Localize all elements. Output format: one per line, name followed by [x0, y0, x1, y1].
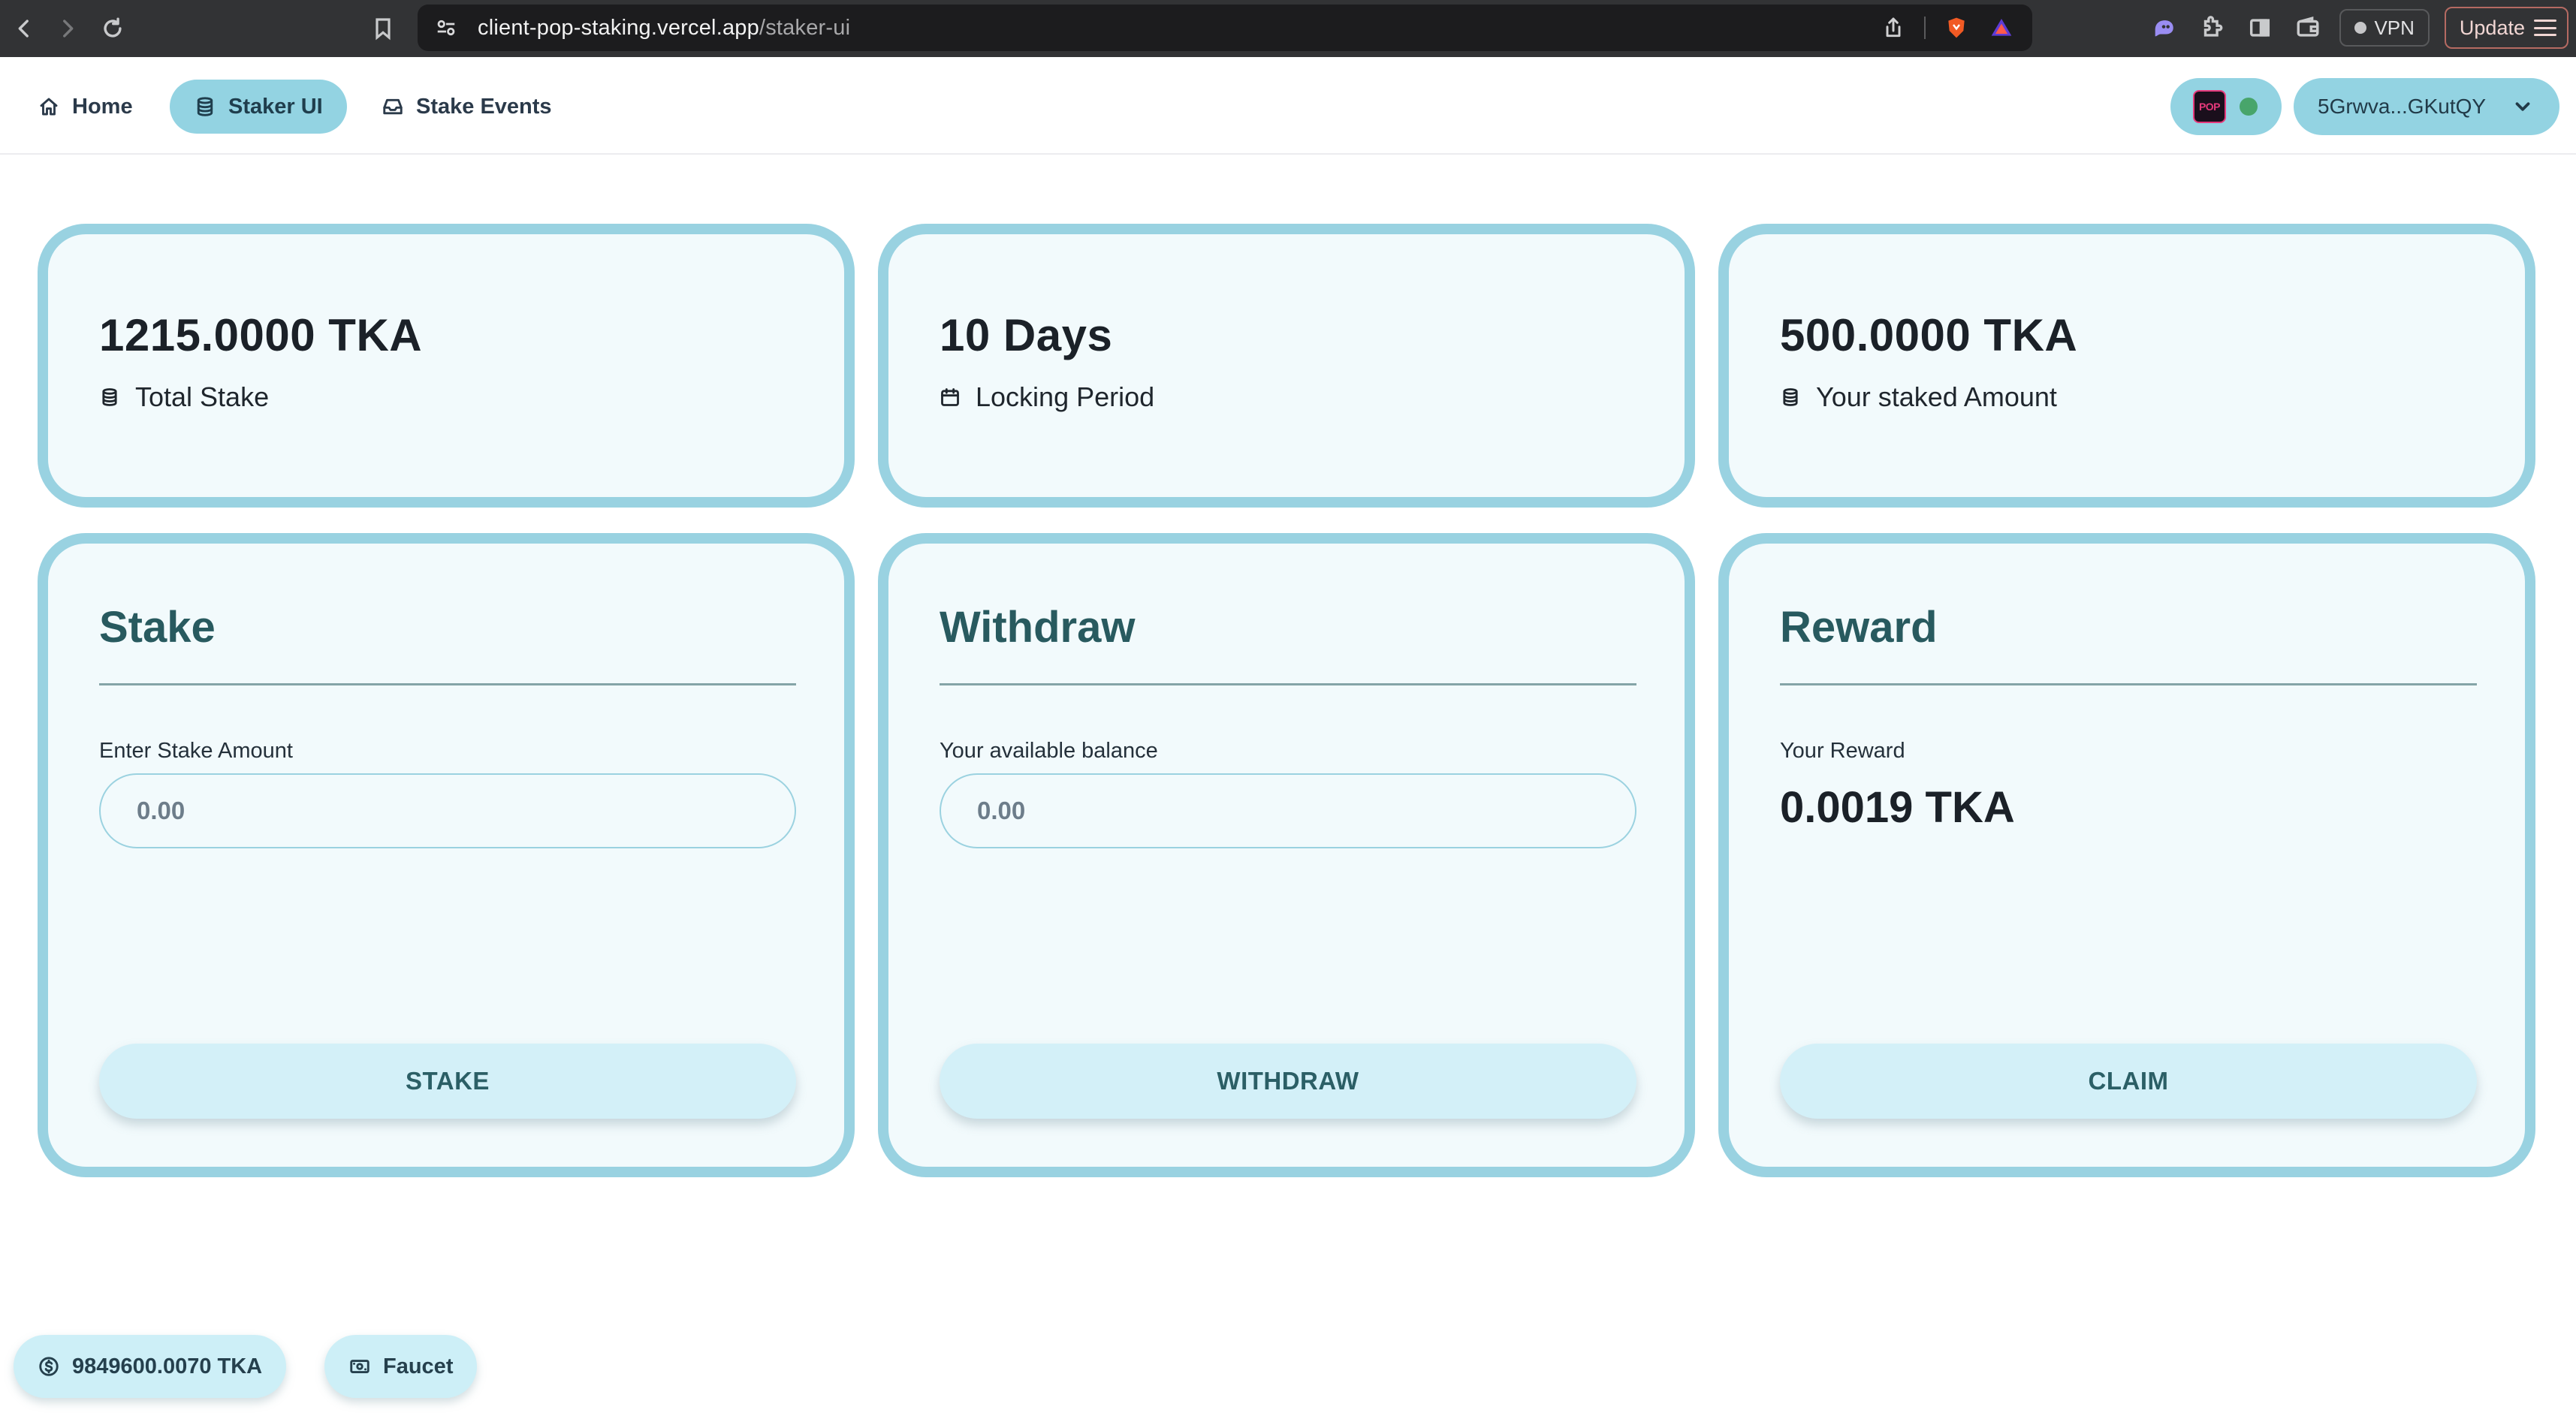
total-stake-label-row: Total Stake — [99, 381, 269, 413]
reward-title: Reward — [1780, 603, 1938, 652]
total-stake-card: 1215.0000 TKA Total Stake — [38, 224, 855, 508]
account-selector[interactable]: 5Grwva...GKutQY — [2294, 78, 2559, 135]
inbox-icon — [383, 98, 403, 115]
available-balance-label: Your available balance — [940, 739, 1158, 763]
stake-panel: Stake Enter Stake Amount STAKE — [38, 533, 855, 1177]
stake-amount-input[interactable] — [99, 773, 796, 848]
nav-home[interactable]: Home — [14, 80, 157, 134]
staked-amount-value: 500.0000 TKA — [1780, 310, 2078, 360]
nav-stake-events-label: Stake Events — [416, 94, 552, 119]
vpn-button[interactable]: VPN — [2339, 9, 2430, 47]
nav-staker-ui[interactable]: Staker UI — [170, 80, 347, 134]
withdraw-button[interactable]: WITHDRAW — [940, 1044, 1636, 1119]
database-icon — [1783, 388, 1798, 406]
browser-extensions: VPN Update — [2147, 5, 2568, 51]
staked-amount-label: Your staked Amount — [1816, 381, 2057, 412]
nav-home-label: Home — [72, 94, 133, 119]
home-icon — [40, 98, 58, 116]
nav-stake-events[interactable]: Stake Events — [357, 80, 576, 134]
url-host: client-pop-staking.vercel.app — [478, 15, 759, 40]
network-selector[interactable]: POP — [2170, 78, 2282, 135]
withdraw-title: Withdraw — [940, 603, 1136, 652]
update-button[interactable]: Update — [2444, 7, 2568, 49]
staked-amount-card: 500.0000 TKA Your staked Amount — [1718, 224, 2535, 508]
wallet-extension-icon[interactable] — [2147, 11, 2180, 44]
stake-amount-label: Enter Stake Amount — [99, 739, 293, 763]
faucet-label: Faucet — [383, 1354, 454, 1378]
address-bar[interactable]: client-pop-staking.vercel.app/staker-ui — [418, 5, 2032, 51]
account-address: 5Grwva...GKutQY — [2318, 95, 2487, 118]
chevron-down-icon — [2515, 102, 2530, 111]
update-label: Update — [2459, 16, 2525, 39]
stake-title: Stake — [99, 603, 216, 652]
app-header: Home Staker UI Stake Events POP 5Grwva..… — [0, 57, 2576, 155]
sidebar-toggle-icon[interactable] — [2243, 11, 2276, 44]
bookmark-icon[interactable] — [362, 8, 404, 50]
locking-period-label: Locking Period — [976, 381, 1155, 412]
your-reward-label: Your Reward — [1780, 739, 1905, 763]
banknote-icon — [350, 1360, 370, 1373]
locking-period-value: 10 Days — [940, 310, 1113, 360]
faucet-button[interactable]: Faucet — [324, 1335, 478, 1398]
divider — [1780, 683, 2477, 685]
site-settings-icon[interactable] — [433, 14, 460, 41]
reward-value: 0.0019 TKA — [1780, 783, 2015, 832]
database-icon — [102, 388, 117, 406]
back-icon[interactable] — [3, 8, 45, 50]
extensions-puzzle-icon[interactable] — [2195, 11, 2228, 44]
database-icon — [197, 97, 213, 116]
address-bar-actions — [1879, 5, 2016, 51]
reload-icon[interactable] — [92, 8, 134, 50]
reward-panel: Reward Your Reward 0.0019 TKA CLAIM — [1718, 533, 2535, 1177]
locking-period-label-row: Locking Period — [940, 381, 1154, 413]
nav-staker-ui-label: Staker UI — [228, 94, 323, 119]
wallet-icon[interactable] — [2291, 11, 2324, 44]
stake-button[interactable]: STAKE — [99, 1044, 796, 1119]
withdraw-panel: Withdraw Your available balance WITHDRAW — [878, 533, 1695, 1177]
menu-icon — [2534, 20, 2556, 36]
url-text: client-pop-staking.vercel.app/staker-ui — [478, 16, 850, 41]
locking-period-card: 10 Days Locking Period — [878, 224, 1695, 508]
forward-icon[interactable] — [47, 8, 89, 50]
share-icon[interactable] — [1879, 14, 1908, 42]
token-balance-button[interactable]: 9849600.0070 TKA — [14, 1335, 287, 1398]
brave-shields-icon[interactable] — [1942, 14, 1971, 42]
pop-network-logo: POP — [2193, 90, 2226, 123]
browser-toolbar: client-pop-staking.vercel.app/staker-ui — [0, 0, 2576, 57]
divider — [99, 683, 796, 685]
vpn-label: VPN — [2374, 16, 2415, 39]
claim-button[interactable]: CLAIM — [1780, 1044, 2477, 1119]
total-stake-value: 1215.0000 TKA — [99, 310, 423, 360]
dollar-circle-icon — [39, 1357, 59, 1376]
divider — [940, 683, 1636, 685]
calendar-icon — [941, 388, 959, 406]
withdraw-amount-input[interactable] — [940, 773, 1636, 848]
total-stake-label: Total Stake — [135, 381, 270, 412]
connection-status-icon — [2240, 98, 2258, 116]
token-balance: 9849600.0070 TKA — [72, 1354, 263, 1378]
vpn-status-icon — [2354, 22, 2367, 34]
staked-amount-label-row: Your staked Amount — [1780, 381, 2057, 413]
separator — [1924, 17, 1926, 39]
url-path: /staker-ui — [759, 15, 851, 40]
brave-rewards-icon[interactable] — [1987, 14, 2016, 42]
